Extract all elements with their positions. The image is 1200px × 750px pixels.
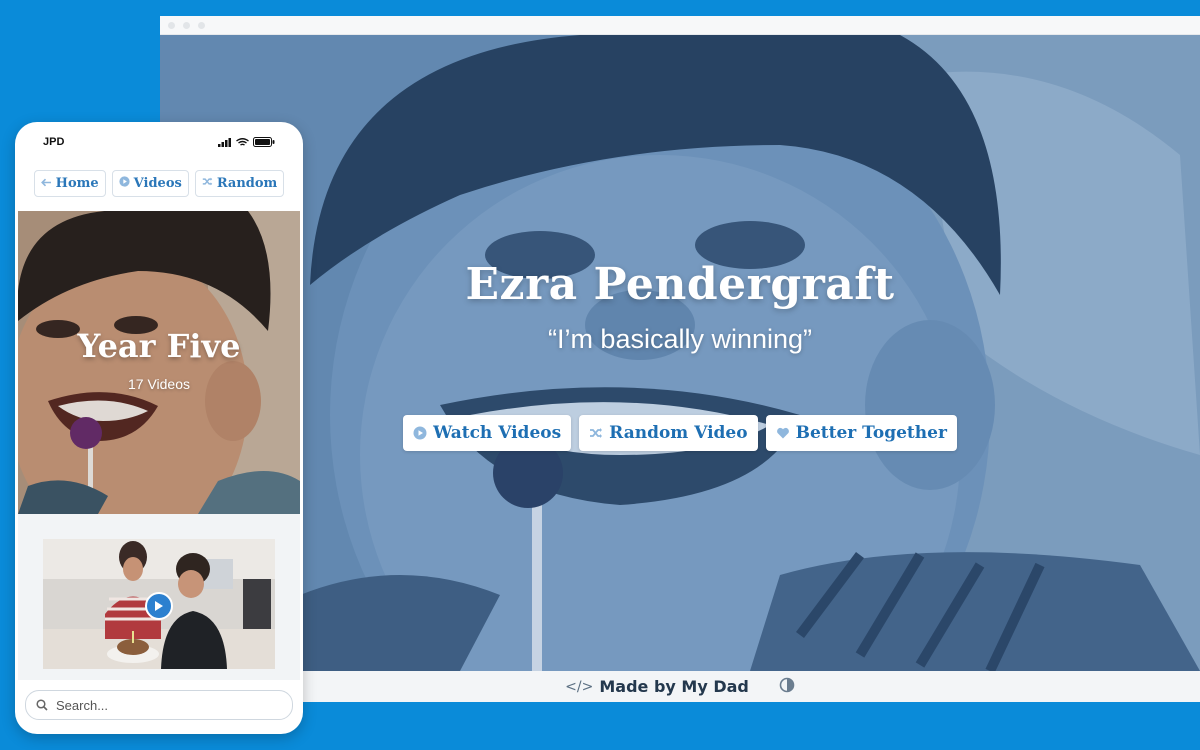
video-thumbnail[interactable] <box>43 539 275 669</box>
status-bar: JPD <box>15 122 303 162</box>
nav-home-button[interactable]: Home <box>33 170 106 197</box>
video-list <box>18 514 300 680</box>
page-footer: </> Made by My Dad <box>160 671 1200 702</box>
search-bar[interactable] <box>25 690 293 720</box>
hero-content: Ezra Pendergraft “I’m basically winning”… <box>160 259 1200 451</box>
watch-videos-label: Watch Videos <box>433 423 562 443</box>
hero-title: Ezra Pendergraft <box>465 259 895 310</box>
heart-icon <box>776 426 790 440</box>
hero-button-group: Watch Videos Random Video Better Togethe… <box>160 415 1200 451</box>
play-circle-icon <box>119 176 130 191</box>
code-icon: </> <box>565 678 594 695</box>
play-button-icon[interactable] <box>145 592 173 620</box>
search-input[interactable] <box>54 696 258 714</box>
better-together-button[interactable]: Better Together <box>765 415 957 451</box>
signal-icon <box>218 137 231 147</box>
mobile-phone-frame: JPD Home Videos Random Year Five 17 Vide… <box>15 122 303 734</box>
nav-random-button[interactable]: Random <box>194 170 285 197</box>
browser-title-bar <box>160 16 1200 35</box>
window-close-dot[interactable] <box>168 21 175 29</box>
status-icons <box>218 137 275 147</box>
nav-videos-button[interactable]: Videos <box>111 170 189 197</box>
random-video-button[interactable]: Random Video <box>579 415 758 451</box>
made-by-link[interactable]: </> Made by My Dad <box>565 677 749 696</box>
made-by-label: Made by My Dad <box>599 677 749 696</box>
window-maximize-dot[interactable] <box>198 21 205 29</box>
phone-nav: Home Videos Random <box>15 170 303 197</box>
shuffle-icon <box>202 176 213 191</box>
hero-quote: “I’m basically winning” <box>547 324 813 354</box>
back-arrow-icon <box>40 176 52 191</box>
year-title: Year Five <box>77 327 241 365</box>
nav-home-label: Home <box>55 176 99 191</box>
nav-videos-label: Videos <box>133 176 182 191</box>
battery-icon <box>253 137 275 147</box>
window-minimize-dot[interactable] <box>183 21 190 29</box>
contrast-icon[interactable] <box>779 677 795 697</box>
year-five-card[interactable]: Year Five 17 Videos <box>18 211 300 514</box>
random-video-label: Random Video <box>609 423 748 443</box>
wifi-icon <box>236 137 249 146</box>
nav-random-label: Random <box>216 176 278 191</box>
year-video-count: 17 Videos <box>127 376 190 392</box>
play-circle-icon <box>413 426 427 440</box>
search-icon <box>36 696 48 715</box>
desktop-browser-window: Ezra Pendergraft “I’m basically winning”… <box>160 16 1200 702</box>
hero-section: Ezra Pendergraft “I’m basically winning”… <box>160 35 1200 671</box>
search-container <box>25 690 293 720</box>
better-together-label: Better Together <box>795 423 947 443</box>
carrier-label: JPD <box>43 136 65 148</box>
shuffle-icon <box>589 426 603 440</box>
watch-videos-button[interactable]: Watch Videos <box>403 415 572 451</box>
